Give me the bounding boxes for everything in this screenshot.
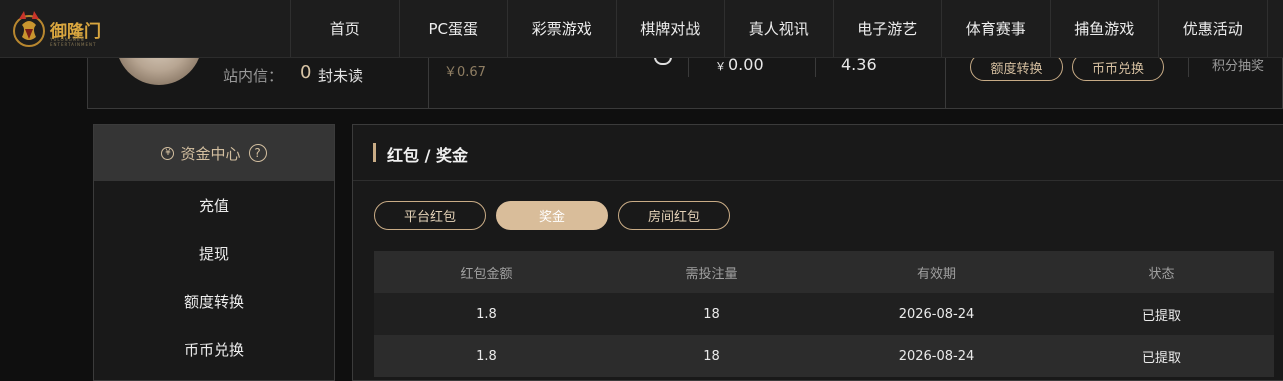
sidebar-title: 资金中心 (180, 144, 241, 163)
column-header-turnover: 需投注量 (685, 266, 738, 282)
bonus-panel: 红包 / 奖金 平台红包 奖金 房间红包 红包金额 需投注量 有效期 状态 1.… (352, 124, 1283, 381)
nav-item-live[interactable]: 真人视讯 (724, 0, 833, 57)
tab-bonus[interactable]: 奖金 (496, 201, 608, 230)
table-row: 1.8 18 2026-08-24 已提取 (374, 293, 1274, 335)
nav-item-fishing[interactable]: 捕鱼游戏 (1049, 0, 1159, 57)
bonus-tabs: 平台红包 奖金 房间红包 (374, 201, 730, 230)
title-accent-bar (373, 143, 376, 162)
cell-status: 已提取 (1141, 308, 1181, 324)
main-nav: 首页 PC蛋蛋 彩票游戏 棋牌对战 真人视讯 电子游艺 体育赛事 捕鱼游戏 优惠… (290, 0, 1268, 57)
cell-amount: 1.8 (476, 306, 497, 322)
help-icon[interactable]: ? (248, 144, 267, 162)
page-title: 红包 / 奖金 (387, 146, 468, 165)
tab-room-redpacket[interactable]: 房间红包 (618, 201, 730, 230)
divider (688, 57, 689, 77)
sidebar-item-coin-exchange[interactable]: 币币兑换 (94, 325, 334, 373)
sidebar-header: ¥ 资金中心 ? (94, 125, 334, 181)
nav-item-lottery[interactable]: 彩票游戏 (507, 0, 616, 57)
cell-turnover: 18 (703, 306, 720, 322)
divider (428, 57, 429, 109)
nav-item-home[interactable]: 首页 (290, 0, 399, 57)
sidebar-item-deposit[interactable]: 充值 (94, 181, 334, 229)
inbox-count[interactable]: 0 (300, 62, 311, 83)
column-header-expiry: 有效期 (916, 266, 956, 282)
cell-turnover: 18 (703, 348, 720, 364)
tab-platform-redpacket[interactable]: 平台红包 (374, 201, 486, 230)
brand-tagline: YULONGMEN ENTERTAINMENT (50, 37, 97, 47)
cell-expiry: 2026-08-24 (898, 348, 975, 364)
inbox-label: 站内信： (223, 67, 284, 85)
column-header-status: 状态 (1148, 266, 1175, 282)
brand-logo[interactable]: 御隆门 YULONGMEN ENTERTAINMENT (12, 8, 112, 50)
panel-header: 红包 / 奖金 (353, 125, 1283, 181)
top-navigation: 御隆门 YULONGMEN ENTERTAINMENT 首页 PC蛋蛋 彩票游戏… (0, 0, 1283, 58)
divider (815, 57, 816, 77)
user-info-bar: 站内信： 0 封未读 ￥0.67 ￥ 0.00 4.36 额度转换 币币兑换 积分… (87, 29, 1283, 109)
nav-item-chess[interactable]: 棋牌对战 (615, 0, 725, 57)
column-header-amount: 红包金额 (460, 266, 513, 282)
nav-item-slots[interactable]: 电子游艺 (832, 0, 942, 57)
cell-status: 已提取 (1141, 350, 1181, 366)
small-balance: ￥0.67 (444, 65, 486, 80)
sidebar-item-withdraw[interactable]: 提现 (94, 229, 334, 277)
cell-amount: 1.8 (476, 348, 497, 364)
sidebar-item-quota-transfer[interactable]: 额度转换 (94, 277, 334, 325)
bonus-table: 红包金额 需投注量 有效期 状态 1.8 18 2026-08-24 已提取 1… (374, 251, 1274, 377)
table-header-row: 红包金额 需投注量 有效期 状态 (374, 251, 1274, 293)
table-row: 1.8 18 2026-08-24 已提取 (374, 335, 1274, 377)
cell-expiry: 2026-08-24 (898, 306, 975, 322)
nav-item-pc-egg[interactable]: PC蛋蛋 (398, 0, 508, 57)
dragon-logo-icon (13, 11, 45, 47)
nav-item-sports[interactable]: 体育赛事 (941, 0, 1050, 57)
divider (1188, 57, 1189, 77)
yen-coin-icon: ¥ (161, 146, 175, 160)
divider (945, 57, 946, 109)
funds-sidebar: ¥ 资金中心 ? 充值 提现 额度转换 币币兑换 (93, 124, 335, 381)
nav-item-promotions[interactable]: 优惠活动 (1158, 0, 1268, 57)
currency-symbol: ￥ (715, 60, 726, 73)
inbox-unread-label: 封未读 (318, 67, 364, 85)
